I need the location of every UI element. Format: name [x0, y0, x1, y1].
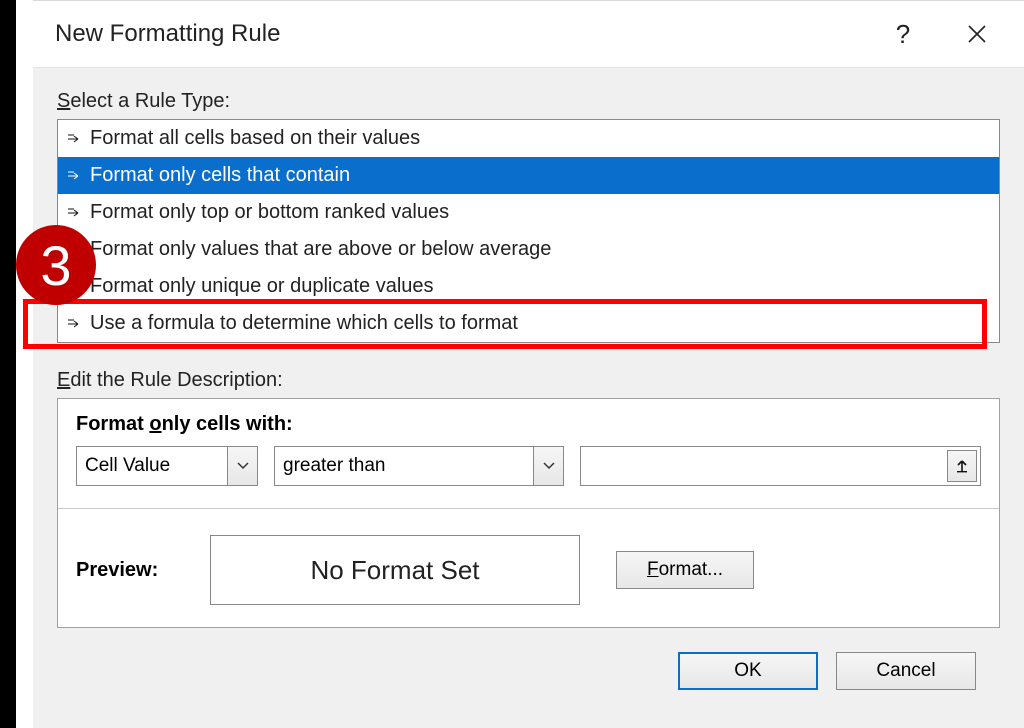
rule-type-item[interactable]: Format only unique or duplicate values: [58, 268, 999, 305]
page-left-margin: [0, 0, 16, 728]
preview-box: No Format Set: [210, 535, 580, 605]
dropdown-button[interactable]: [227, 447, 257, 485]
rule-description-panel: Format only cells with: Cell Value great…: [57, 398, 1000, 628]
rule-type-label: Format only top or bottom ranked values: [90, 201, 449, 224]
rule-type-label: Format all cells based on their values: [90, 127, 420, 150]
bullet-icon: [68, 319, 90, 329]
value-input[interactable]: [581, 447, 944, 485]
annotation-step-badge: 3: [16, 225, 96, 305]
help-button[interactable]: ?: [878, 14, 928, 54]
bullet-icon: [68, 208, 90, 218]
edit-rule-description-label: Edit the Rule Description:: [57, 369, 1000, 392]
rule-type-label: Format only values that are above or bel…: [90, 238, 551, 261]
rule-type-item[interactable]: Format all cells based on their values: [58, 120, 999, 157]
preview-label: Preview:: [76, 559, 186, 582]
titlebar: New Formatting Rule ?: [33, 1, 1024, 68]
criteria-type-value: Cell Value: [77, 447, 227, 485]
comparison-combo[interactable]: greater than: [274, 446, 564, 486]
select-rule-type-text: elect a Rule Type:: [70, 90, 230, 112]
close-button[interactable]: [952, 14, 1002, 54]
collapse-dialog-icon: [955, 459, 969, 473]
cancel-button[interactable]: Cancel: [836, 652, 976, 690]
rule-type-label: Use a formula to determine which cells t…: [90, 312, 518, 335]
edit-rule-text: dit the Rule Description:: [70, 369, 282, 391]
comparison-value: greater than: [275, 447, 533, 485]
bullet-icon: [68, 171, 90, 181]
dialog-title: New Formatting Rule: [55, 20, 878, 48]
chevron-down-icon: [543, 462, 555, 470]
rule-type-label: Format only unique or duplicate values: [90, 275, 434, 298]
rule-type-list[interactable]: Format all cells based on their values F…: [57, 119, 1000, 343]
format-only-pre: Format: [76, 413, 149, 435]
criteria-row: Cell Value greater than: [76, 446, 981, 486]
dialog-content: Select a Rule Type: Format all cells bas…: [33, 68, 1024, 690]
divider: [58, 508, 999, 509]
format-button[interactable]: Format...: [616, 551, 754, 589]
rule-type-item[interactable]: Format only cells that contain: [58, 157, 999, 194]
titlebar-controls: ?: [878, 14, 1010, 54]
format-button-mnemonic: F: [647, 559, 659, 581]
format-only-rest: nly cells with:: [162, 413, 293, 435]
rule-type-label: Format only cells that contain: [90, 164, 350, 187]
new-formatting-rule-dialog: New Formatting Rule ? Select a Rule Type…: [33, 0, 1024, 728]
chevron-down-icon: [237, 462, 249, 470]
rule-type-item[interactable]: Format only top or bottom ranked values: [58, 194, 999, 231]
edit-rule-mnemonic: E: [57, 369, 70, 391]
bullet-icon: [68, 134, 90, 144]
preview-row: Preview: No Format Set Format...: [76, 529, 981, 605]
range-selector-button[interactable]: [947, 450, 977, 482]
dropdown-button[interactable]: [533, 447, 563, 485]
close-icon: [966, 23, 988, 45]
format-button-text: ormat...: [659, 559, 723, 581]
criteria-type-combo[interactable]: Cell Value: [76, 446, 258, 486]
ok-button[interactable]: OK: [678, 652, 818, 690]
format-only-cells-with-label: Format only cells with:: [76, 413, 981, 436]
format-only-mnemonic: o: [149, 413, 161, 435]
rule-type-item[interactable]: Format only values that are above or bel…: [58, 231, 999, 268]
select-rule-type-label: Select a Rule Type:: [57, 90, 1000, 113]
dialog-buttons: OK Cancel: [57, 646, 1000, 690]
rule-type-item[interactable]: Use a formula to determine which cells t…: [58, 305, 999, 342]
select-rule-type-mnemonic: S: [57, 90, 70, 112]
value-input-wrap: [580, 446, 981, 486]
